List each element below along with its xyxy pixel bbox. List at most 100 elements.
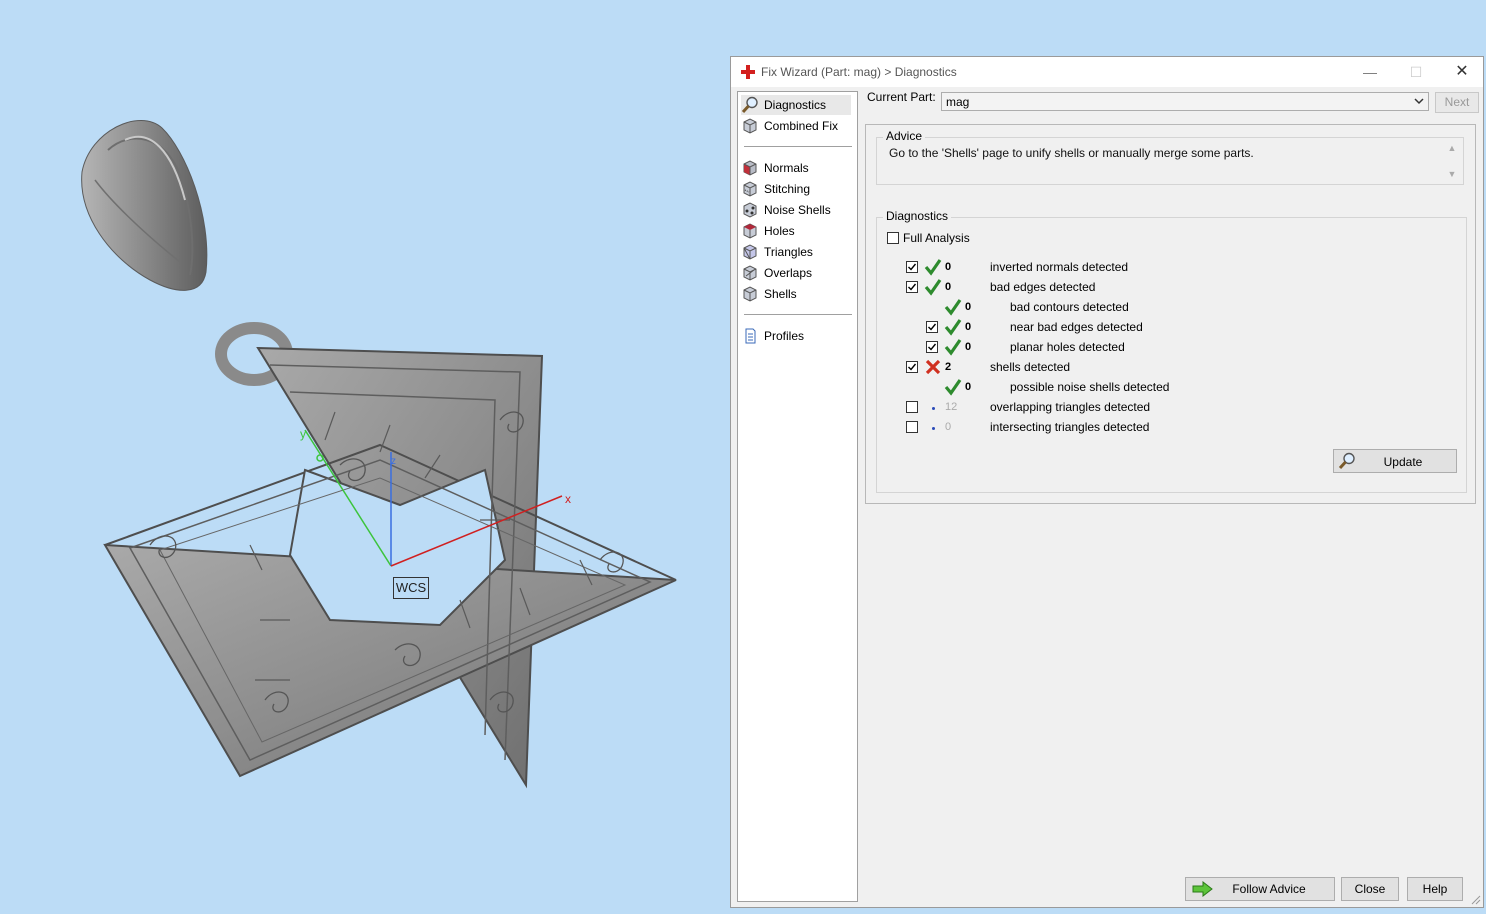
- row-checkbox[interactable]: [926, 341, 938, 353]
- minimize-button[interactable]: —: [1347, 57, 1393, 87]
- count-value: 0: [945, 281, 952, 293]
- diag-label: bad contours detected: [1010, 300, 1129, 314]
- ok-check-icon: [944, 339, 962, 356]
- nav-item-combined-fix[interactable]: Combined Fix: [741, 116, 851, 136]
- diagnostics-title: Diagnostics: [883, 209, 952, 223]
- nav-item-overlaps[interactable]: Overlaps: [741, 263, 851, 283]
- wizard-nav: Diagnostics Combined Fix Normals Stitchi…: [737, 91, 858, 902]
- close-window-button[interactable]: ✕: [1439, 57, 1485, 87]
- help-button[interactable]: Help: [1407, 877, 1463, 901]
- profiles-doc-icon: [745, 328, 756, 344]
- green-arrow-icon: [1192, 881, 1213, 897]
- update-button[interactable]: Update: [1333, 449, 1457, 473]
- nav-label: Triangles: [764, 245, 813, 259]
- diag-label: intersecting triangles detected: [990, 420, 1150, 434]
- nav-label: Noise Shells: [764, 203, 831, 217]
- axis-z-label: z: [391, 456, 396, 467]
- count-value: 0: [965, 381, 972, 393]
- bail-shell: [81, 120, 208, 291]
- magnifier-icon: [741, 96, 758, 114]
- normals-cube-icon: [743, 160, 757, 176]
- cube-icon: [743, 118, 757, 134]
- nav-item-triangles[interactable]: Triangles: [741, 242, 851, 262]
- current-part-select[interactable]: mag: [941, 92, 1429, 111]
- nav-label: Holes: [764, 224, 795, 238]
- nav-label: Shells: [764, 287, 797, 301]
- wcs-label: WCS: [393, 577, 429, 599]
- triangles-cube-icon: [743, 244, 757, 260]
- current-part-label: Current Part:: [867, 90, 936, 104]
- window-title: Fix Wizard (Part: mag) > Diagnostics: [761, 65, 957, 79]
- close-button[interactable]: Close: [1341, 877, 1399, 901]
- count-value: 0: [965, 341, 972, 353]
- nav-divider: [744, 314, 852, 315]
- advice-group: Advice Go to the 'Shells' page to unify …: [876, 129, 1464, 185]
- full-analysis-label: Full Analysis: [903, 231, 970, 245]
- row-checkbox[interactable]: [906, 361, 918, 373]
- next-button[interactable]: Next: [1435, 92, 1479, 113]
- nav-item-diagnostics[interactable]: Diagnostics: [741, 95, 851, 115]
- nav-item-normals[interactable]: Normals: [741, 158, 851, 178]
- nav-item-profiles[interactable]: Profiles: [741, 326, 851, 346]
- ok-check-icon: [924, 279, 942, 296]
- row-checkbox[interactable]: [906, 281, 918, 293]
- current-part-value: mag: [946, 95, 970, 109]
- count-value: 0: [945, 261, 952, 273]
- axis-x-label: x: [565, 492, 571, 506]
- holes-cube-icon: [743, 223, 757, 239]
- diag-label: overlapping triangles detected: [990, 400, 1151, 414]
- diag-label: bad edges detected: [990, 280, 1096, 294]
- diag-label: possible noise shells detected: [1010, 380, 1170, 394]
- resize-grip-icon[interactable]: [1471, 895, 1481, 905]
- count-value: 0: [965, 301, 972, 313]
- count-value: 0: [965, 321, 972, 333]
- scroll-up-icon[interactable]: ▲: [1447, 143, 1457, 153]
- row-checkbox[interactable]: [906, 421, 918, 433]
- title-bar[interactable]: Fix Wizard (Part: mag) > Diagnostics — ☐…: [731, 57, 1483, 87]
- follow-advice-label: Follow Advice: [1232, 882, 1306, 896]
- scroll-down-icon[interactable]: ▼: [1447, 169, 1457, 179]
- check-mark-icon: [908, 363, 917, 371]
- count-value: 12: [945, 401, 958, 413]
- stitching-cube-icon: [743, 181, 757, 197]
- fix-wizard-dialog: Fix Wizard (Part: mag) > Diagnostics — ☐…: [730, 56, 1484, 908]
- 3d-viewport[interactable]: x y z WCS: [0, 0, 730, 914]
- update-label: Update: [1383, 455, 1423, 469]
- nav-divider: [744, 146, 852, 147]
- full-analysis-checkbox[interactable]: [887, 232, 899, 244]
- star-pendant: [103, 346, 677, 789]
- nav-item-stitching[interactable]: Stitching: [741, 179, 851, 199]
- nav-label: Normals: [764, 161, 809, 175]
- follow-advice-button[interactable]: Follow Advice: [1185, 877, 1335, 901]
- nav-label: Diagnostics: [764, 98, 827, 112]
- check-mark-icon: [908, 263, 917, 271]
- ok-check-icon: [944, 299, 962, 316]
- pending-dot-icon: [932, 427, 935, 430]
- nav-item-noise-shells[interactable]: Noise Shells: [741, 200, 851, 220]
- check-mark-icon: [928, 343, 937, 351]
- chevron-down-icon: [1414, 98, 1424, 105]
- diag-label: inverted normals detected: [990, 260, 1129, 274]
- ok-check-icon: [944, 379, 962, 396]
- nav-label: Stitching: [764, 182, 811, 196]
- nav-label: Profiles: [764, 329, 805, 343]
- count-value: 0: [945, 421, 952, 433]
- count-value: 2: [945, 361, 952, 373]
- diagnostics-page: Advice Go to the 'Shells' page to unify …: [865, 124, 1476, 504]
- diag-label: near bad edges detected: [1010, 320, 1143, 334]
- row-checkbox[interactable]: [906, 401, 918, 413]
- error-x-icon: [925, 359, 941, 375]
- axis-y-label: y: [300, 427, 306, 441]
- red-cross-icon: [741, 65, 755, 79]
- nav-item-shells[interactable]: Shells: [741, 284, 851, 304]
- nav-label: Combined Fix: [764, 119, 839, 133]
- diagnostics-group: Diagnostics Full Analysis 0 inverted nor…: [876, 209, 1467, 493]
- row-checkbox[interactable]: [906, 261, 918, 273]
- noise-shells-icon: [743, 202, 757, 218]
- advice-text: Go to the 'Shells' page to unify shells …: [889, 146, 1254, 160]
- nav-item-holes[interactable]: Holes: [741, 221, 851, 241]
- row-checkbox[interactable]: [926, 321, 938, 333]
- maximize-button[interactable]: ☐: [1393, 57, 1439, 87]
- check-mark-icon: [908, 283, 917, 291]
- pending-dot-icon: [932, 407, 935, 410]
